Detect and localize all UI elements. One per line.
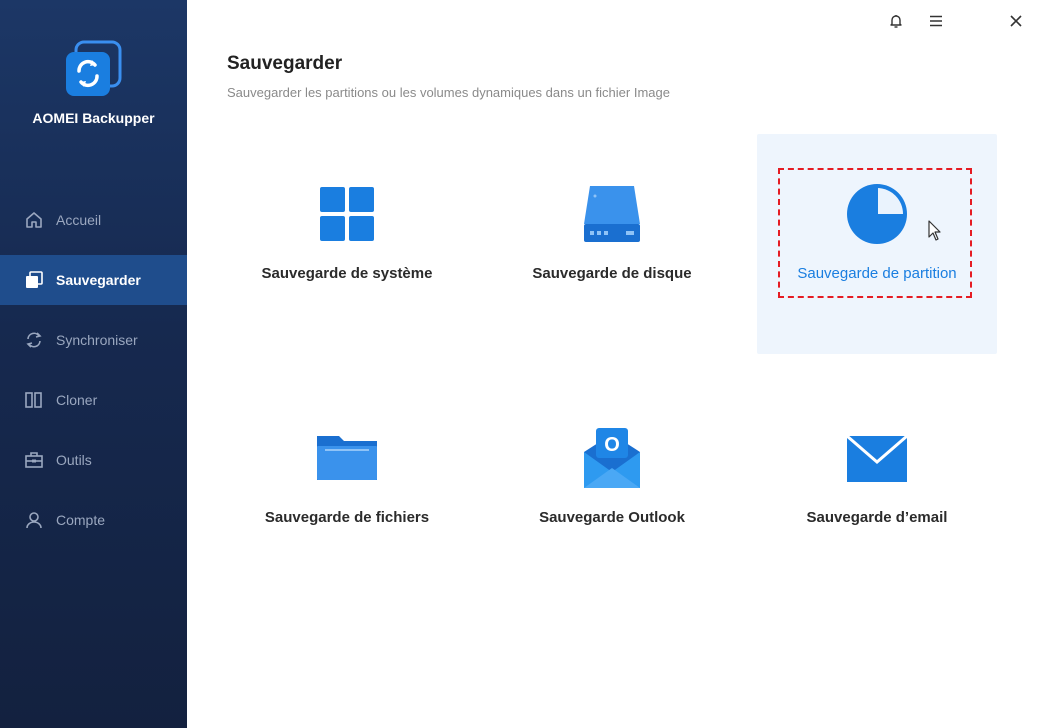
outlook-icon: O [582, 428, 642, 488]
main-panel: Sauvegarder Sauvegarder les partitions o… [187, 0, 1037, 728]
sidebar-item-synchroniser[interactable]: Synchroniser [0, 315, 187, 365]
option-label: Sauvegarde d’email [806, 509, 948, 526]
folder-icon [317, 428, 377, 488]
sidebar: AOMEI Backupper Accueil Sauvegarder Sync… [0, 0, 187, 728]
option-label: Sauvegarde Outlook [539, 509, 685, 526]
backup-icon [24, 270, 44, 290]
page-title: Sauvegarder [227, 53, 343, 74]
sidebar-item-label: Accueil [56, 212, 102, 228]
sidebar-item-label: Sauvegarder [56, 272, 141, 288]
mouse-cursor-icon [928, 220, 942, 242]
option-label: Sauvegarde de disque [532, 265, 692, 282]
close-icon[interactable] [1005, 10, 1027, 32]
sync-icon [24, 330, 44, 350]
sidebar-item-sauvegarder[interactable]: Sauvegarder [0, 255, 187, 305]
email-icon [846, 428, 908, 488]
option-outlook-backup[interactable]: O Sauvegarde Outlook [492, 378, 732, 598]
partition-pie-icon [847, 184, 907, 244]
menu-icon[interactable] [925, 10, 947, 32]
sidebar-item-outils[interactable]: Outils [0, 435, 187, 485]
option-partition-backup[interactable]: Sauvegarde de partition [757, 134, 997, 354]
option-system-backup[interactable]: Sauvegarde de système [227, 134, 467, 354]
sidebar-item-accueil[interactable]: Accueil [0, 195, 187, 245]
home-icon [24, 210, 44, 230]
option-file-backup[interactable]: Sauvegarde de fichiers [227, 378, 467, 598]
sidebar-item-label: Outils [56, 452, 92, 468]
disk-icon [582, 184, 642, 244]
option-email-backup[interactable]: Sauvegarde d’email [757, 378, 997, 598]
sidebar-item-cloner[interactable]: Cloner [0, 375, 187, 425]
app-name: AOMEI Backupper [32, 110, 155, 126]
toolbox-icon [24, 450, 44, 470]
sidebar-item-label: Cloner [56, 392, 98, 408]
option-label: Sauvegarde de fichiers [264, 509, 430, 526]
option-label: Sauvegarde de système [261, 265, 433, 282]
sidebar-item-compte[interactable]: Compte [0, 495, 187, 545]
app-logo-icon [64, 40, 122, 98]
windows-icon [317, 184, 377, 244]
page-subtitle: Sauvegarder les partitions ou les volume… [227, 85, 670, 100]
clone-icon [24, 390, 44, 410]
option-label: Sauvegarde de partition [797, 265, 957, 282]
option-disk-backup[interactable]: Sauvegarde de disque [492, 134, 732, 354]
user-icon [24, 510, 44, 530]
svg-text:O: O [604, 434, 620, 456]
bell-icon[interactable] [885, 10, 907, 32]
sidebar-item-label: Synchroniser [56, 332, 138, 348]
sidebar-item-label: Compte [56, 512, 106, 528]
